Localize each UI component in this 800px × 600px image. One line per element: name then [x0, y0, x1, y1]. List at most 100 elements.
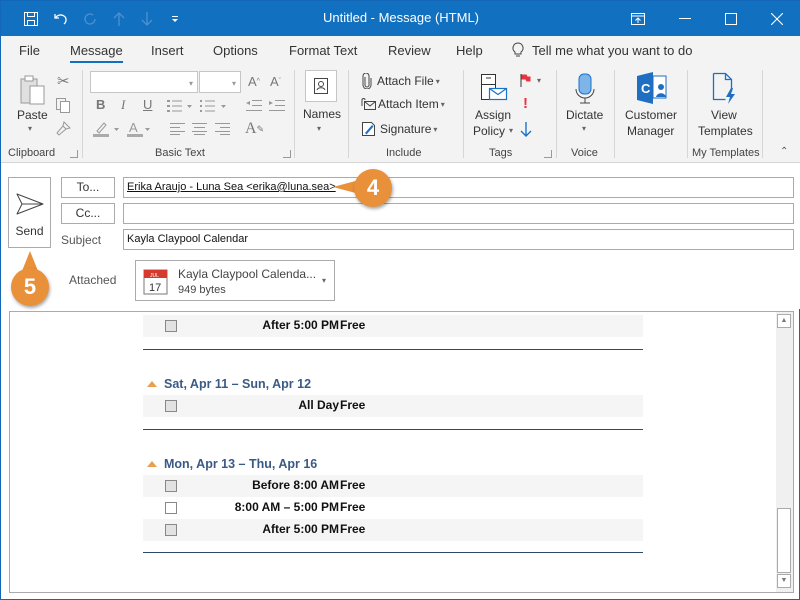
align-right-icon[interactable]	[215, 123, 231, 135]
customer-manager-icon: C	[637, 72, 667, 104]
tags-launcher-icon[interactable]	[544, 150, 552, 158]
cc-button[interactable]: Cc...	[61, 203, 115, 224]
close-icon[interactable]	[754, 1, 800, 36]
row-checkbox[interactable]	[165, 320, 177, 332]
follow-up-button[interactable]: ▾	[520, 73, 541, 87]
clipboard-launcher-icon[interactable]	[70, 150, 78, 158]
font-size-combo[interactable]: ▾	[199, 71, 241, 93]
up-icon[interactable]	[107, 9, 131, 29]
to-recipient[interactable]: Erika Araujo - Luna Sea <erika@luna.sea>	[127, 181, 336, 193]
separator	[556, 70, 557, 158]
ribbon-display-options-icon[interactable]	[615, 1, 661, 36]
separator	[687, 70, 688, 158]
paste-dropdown-icon: ▾	[28, 124, 33, 133]
copy-icon[interactable]	[55, 97, 71, 113]
signature-icon	[362, 122, 375, 136]
grow-font-icon[interactable]: A ^	[248, 74, 260, 89]
down-icon[interactable]	[135, 9, 159, 29]
assign-policy-button[interactable]: Assign Policy ▾	[469, 70, 515, 142]
signature-dropdown-icon: ▾	[433, 124, 438, 134]
decrease-indent-icon[interactable]	[246, 99, 262, 113]
increase-indent-icon[interactable]	[269, 99, 285, 113]
paste-button[interactable]: Paste ▾	[11, 70, 53, 140]
font-color-icon[interactable]: A	[127, 121, 151, 137]
dictate-button[interactable]: Dictate ▾	[562, 70, 608, 142]
cc-field[interactable]	[123, 203, 794, 224]
signature-button[interactable]: Signature ▾	[361, 121, 437, 137]
minimize-icon[interactable]	[662, 1, 708, 36]
tab-help[interactable]: Help	[456, 43, 483, 58]
low-importance-icon[interactable]	[520, 121, 532, 137]
format-painter-icon[interactable]	[55, 121, 71, 137]
view-label: View	[711, 108, 737, 122]
customer-manager-button[interactable]: C Customer Manager	[620, 70, 684, 142]
signature-label: Signature	[380, 122, 432, 136]
row-time: All Day	[298, 398, 339, 412]
scroll-down-icon[interactable]: ▼	[777, 574, 791, 588]
maximize-icon[interactable]	[708, 1, 754, 36]
row-time: After 5:00 PM	[262, 522, 339, 536]
to-button[interactable]: To...	[61, 177, 115, 198]
section-divider	[143, 349, 643, 350]
row-time: After 5:00 PM	[262, 318, 339, 332]
scroll-thumb[interactable]	[777, 508, 791, 573]
tab-insert[interactable]: Insert	[151, 43, 184, 58]
bullets-icon[interactable]	[167, 99, 193, 113]
attachment-dropdown-icon[interactable]: ▾	[322, 276, 326, 285]
clear-formatting-icon[interactable]: A ✎	[245, 120, 264, 138]
scroll-up-icon[interactable]: ▲	[777, 314, 791, 328]
message-body[interactable]: After 5:00 PM Free Sat, Apr 11 – Sun, Ap…	[9, 311, 794, 593]
row-checkbox[interactable]	[165, 524, 177, 536]
customize-quick-access-icon[interactable]	[163, 9, 187, 29]
attach-file-button[interactable]: Attach File ▾	[361, 73, 440, 89]
redo-icon[interactable]	[78, 9, 102, 29]
italic-button[interactable]: I	[121, 97, 125, 113]
tab-review[interactable]: Review	[388, 43, 431, 58]
font-name-combo[interactable]: ▾	[90, 71, 198, 93]
cut-icon[interactable]: ✂	[57, 72, 70, 90]
tab-file[interactable]: File	[19, 43, 40, 58]
save-icon[interactable]	[19, 9, 43, 29]
high-importance-icon[interactable]: !	[523, 95, 528, 112]
dictate-dropdown-icon: ▾	[582, 124, 587, 133]
tab-message[interactable]: Message	[70, 43, 123, 63]
separator	[762, 70, 763, 158]
tab-format-text[interactable]: Format Text	[289, 43, 357, 58]
attachment-item[interactable]: JUL 17 Kayla Claypool Calenda... 949 byt…	[135, 260, 335, 301]
subject-field[interactable]: Kayla Claypool Calendar	[123, 229, 794, 250]
row-checkbox[interactable]	[165, 400, 177, 412]
row-checkbox[interactable]	[165, 480, 177, 492]
attach-item-button[interactable]: Attach Item ▾	[359, 97, 445, 111]
tell-me-search[interactable]: Tell me what you want to do	[512, 42, 692, 58]
vertical-scrollbar[interactable]: ▲ ▼	[776, 312, 793, 592]
row-checkbox[interactable]	[165, 502, 177, 514]
names-button[interactable]: Names ▾	[299, 70, 343, 140]
calendar-icon-month: JUL	[150, 273, 159, 279]
section-divider	[143, 429, 643, 430]
title-bar: Untitled - Message (HTML)	[1, 1, 800, 36]
bold-button[interactable]: B	[96, 97, 105, 112]
basic-text-launcher-icon[interactable]	[283, 150, 291, 158]
highlight-icon[interactable]	[93, 121, 121, 137]
customer-label: Customer	[625, 108, 678, 122]
send-button[interactable]: Send	[8, 177, 51, 248]
send-icon	[16, 193, 44, 215]
underline-button[interactable]: U	[143, 97, 152, 112]
view-templates-button[interactable]: View Templates	[693, 70, 757, 142]
message-window: Untitled - Message (HTML) File Message I…	[0, 0, 800, 600]
to-field[interactable]: Erika Araujo - Luna Sea <erika@luna.sea>	[123, 177, 794, 198]
section-title[interactable]: Mon, Apr 13 – Thu, Apr 16	[147, 457, 317, 471]
callout-5: 5	[11, 268, 49, 306]
align-left-icon[interactable]	[170, 123, 186, 135]
collapse-ribbon-icon[interactable]: ⌃	[780, 146, 788, 157]
svg-text:C: C	[641, 81, 651, 96]
tab-options[interactable]: Options	[213, 43, 258, 58]
group-label-my-templates: My Templates	[692, 147, 760, 159]
shrink-font-icon[interactable]: Aˇ	[270, 74, 281, 89]
undo-icon[interactable]	[48, 9, 72, 29]
align-center-icon[interactable]	[192, 123, 208, 135]
group-label-voice: Voice	[571, 147, 598, 159]
section-title[interactable]: Sat, Apr 11 – Sun, Apr 12	[147, 377, 311, 391]
group-label-tags: Tags	[489, 147, 513, 159]
numbering-icon[interactable]	[200, 99, 228, 113]
